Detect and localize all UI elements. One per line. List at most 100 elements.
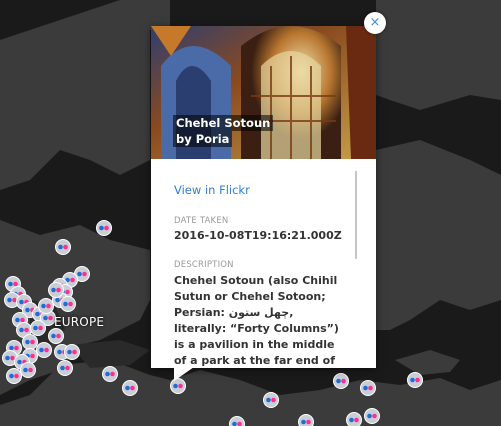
marker-pink-dot: [72, 349, 77, 355]
popup-body[interactable]: View in Flickr DATE TAKEN 2016-10-08T19:…: [151, 159, 376, 368]
photo-marker[interactable]: [263, 392, 279, 408]
photo-marker[interactable]: [333, 373, 349, 389]
photo-marker[interactable]: [346, 412, 362, 426]
close-icon[interactable]: ×: [364, 12, 386, 34]
marker-background: [346, 412, 362, 426]
marker-background: [122, 380, 138, 396]
photo-marker[interactable]: [64, 344, 80, 360]
marker-pink-dot: [63, 244, 68, 250]
photo-marker[interactable]: [60, 296, 76, 312]
view-in-flickr-link[interactable]: View in Flickr: [174, 183, 250, 197]
map-region-label: EUROPE: [54, 315, 105, 329]
popup-pointer: [174, 367, 194, 381]
marker-blue-dot: [17, 359, 22, 365]
marker-blue-dot: [39, 347, 44, 353]
photo-marker[interactable]: [30, 320, 46, 336]
marker-pink-dot: [65, 365, 70, 371]
description-label: DESCRIPTION: [174, 260, 234, 270]
marker-pink-dot: [368, 385, 373, 391]
marker-blue-dot: [41, 303, 46, 309]
marker-background: [96, 220, 112, 236]
photo-marker[interactable]: [36, 342, 52, 358]
marker-blue-dot: [8, 281, 13, 287]
marker-pink-dot: [14, 345, 19, 351]
marker-background: [38, 298, 54, 314]
popup-scrollbar-track[interactable]: [353, 171, 359, 363]
marker-blue-dot: [19, 299, 24, 305]
marker-background: [263, 392, 279, 408]
marker-pink-dot: [372, 413, 377, 419]
marker-background: [22, 334, 38, 350]
photo-marker[interactable]: [360, 380, 376, 396]
marker-blue-dot: [367, 413, 372, 419]
photo-marker[interactable]: [22, 334, 38, 350]
marker-blue-dot: [19, 327, 24, 333]
marker-background: [48, 282, 64, 298]
marker-pink-dot: [178, 383, 183, 389]
photo-marker[interactable]: [102, 366, 118, 382]
date-taken-label: DATE TAKEN: [174, 216, 229, 226]
photo-marker[interactable]: [38, 298, 54, 314]
photo-marker[interactable]: [48, 328, 64, 344]
photo-marker[interactable]: [20, 362, 36, 378]
photo-caption: Chehel Sotoun by Poria: [173, 115, 274, 147]
marker-pink-dot: [46, 303, 51, 309]
marker-background: [64, 344, 80, 360]
marker-pink-dot: [130, 385, 135, 391]
marker-blue-dot: [51, 333, 56, 339]
marker-background: [364, 408, 380, 424]
marker-background: [333, 373, 349, 389]
marker-blue-dot: [266, 397, 271, 403]
photo-marker[interactable]: [364, 408, 380, 424]
photo-marker[interactable]: [55, 239, 71, 255]
marker-pink-dot: [48, 315, 53, 321]
marker-pink-dot: [354, 417, 359, 423]
date-taken-value: 2016-10-08T19:16:21.000Z: [174, 229, 342, 242]
marker-blue-dot: [410, 377, 415, 383]
marker-blue-dot: [67, 349, 72, 355]
marker-blue-dot: [43, 315, 48, 321]
marker-blue-dot: [9, 373, 14, 379]
marker-pink-dot: [38, 325, 43, 331]
marker-pink-dot: [56, 333, 61, 339]
photo-thumbnail[interactable]: Chehel Sotoun by Poria: [151, 26, 376, 159]
marker-background: [298, 414, 314, 426]
marker-blue-dot: [55, 297, 60, 303]
marker-blue-dot: [105, 371, 110, 377]
marker-blue-dot: [25, 339, 30, 345]
marker-pink-dot: [65, 289, 70, 295]
marker-pink-dot: [415, 377, 420, 383]
marker-blue-dot: [349, 417, 354, 423]
marker-blue-dot: [301, 419, 306, 425]
photo-marker[interactable]: [57, 360, 73, 376]
marker-pink-dot: [110, 371, 115, 377]
marker-pink-dot: [14, 373, 19, 379]
photo-marker[interactable]: [48, 282, 64, 298]
photo-popup: Chehel Sotoun by Poria View in Flickr DA…: [151, 26, 376, 368]
marker-background: [20, 362, 36, 378]
marker-pink-dot: [30, 339, 35, 345]
marker-background: [6, 368, 22, 384]
description-text: Chehel Sotoun (also Chihil Sutun or Cheh…: [174, 274, 339, 367]
marker-blue-dot: [63, 301, 68, 307]
marker-background: [360, 380, 376, 396]
marker-background: [102, 366, 118, 382]
marker-blue-dot: [60, 365, 65, 371]
photo-marker[interactable]: [122, 380, 138, 396]
marker-pink-dot: [56, 287, 61, 293]
marker-pink-dot: [10, 355, 15, 361]
marker-background: [57, 360, 73, 376]
marker-blue-dot: [23, 367, 28, 373]
marker-pink-dot: [20, 317, 25, 323]
photo-marker[interactable]: [407, 372, 423, 388]
photo-marker[interactable]: [298, 414, 314, 426]
marker-background: [60, 296, 76, 312]
marker-blue-dot: [33, 325, 38, 331]
marker-blue-dot: [125, 385, 130, 391]
marker-pink-dot: [13, 281, 18, 287]
photo-marker[interactable]: [6, 368, 22, 384]
marker-pink-dot: [24, 327, 29, 333]
popup-scrollbar-thumb[interactable]: [355, 171, 357, 259]
photo-marker[interactable]: [96, 220, 112, 236]
marker-pink-dot: [271, 397, 276, 403]
